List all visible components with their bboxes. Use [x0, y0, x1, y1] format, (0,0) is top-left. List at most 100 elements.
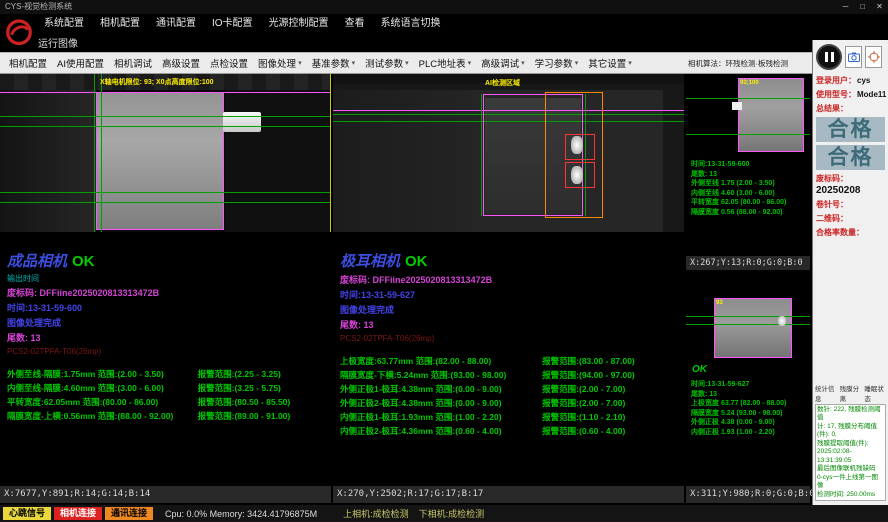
status-indicators: 心跳信号相机连接通讯连接 [0, 507, 153, 520]
toolbar-button-label: 基准参数 [312, 56, 350, 70]
connector-part [732, 102, 742, 110]
overlay-green-line [0, 116, 331, 117]
app-window: CYS-视觉检测系统 ─□✕ 系统配置相机配置通讯配置IO卡配置光源控制配置查看… [0, 0, 888, 522]
window-close-button[interactable]: ✕ [871, 0, 888, 14]
login-user-row: 登录用户：cys [816, 75, 885, 86]
model-row: 使用型号：Mode11 [816, 89, 885, 100]
toolbar-button-label: 图像处理 [258, 56, 296, 70]
camera-view-left[interactable]: X轴电机限位: 93; X0点高度限位:100 成品相机OK 输出时间 废标码:… [0, 74, 331, 505]
toolbar-button[interactable]: 相机调试 [109, 52, 157, 74]
toolbar-button[interactable]: 其它设置▾ [583, 52, 637, 74]
toolbar-button[interactable]: 基准参数▾ [307, 52, 361, 74]
result-line: 内侧正极 1.93 (1.00 - 2.20) [691, 428, 809, 438]
result-lines: 时间:13-31-59-600尾数: 13外侧至线 1.75 (2.00 - 3… [691, 160, 809, 217]
target-tool-button[interactable] [865, 46, 882, 68]
toolbar-button[interactable]: 测试参数▾ [360, 52, 414, 74]
toolbar-button[interactable]: 点检设置 [205, 52, 253, 74]
toolbar-button[interactable]: 学习参数▾ [530, 52, 584, 74]
result-line: 时间:13-31-59-600 [691, 160, 809, 170]
menu-item-4[interactable]: IO卡配置 [204, 14, 261, 34]
measurement-alarm-range: 报警范围:(0.60 - 4.00) [542, 424, 677, 438]
window-maximize-button[interactable]: □ [854, 0, 871, 14]
bright-glint [778, 316, 786, 326]
status-indicator: 相机连接 [54, 507, 102, 520]
measurement-alarm-range: 报警范围:(3.25 - 5.75) [198, 381, 325, 395]
cpu-memory-readout: Cpu: 0.0% Memory: 3424.41796875M [165, 509, 317, 519]
measurement-row: 平转宽度:62.05mm 范围:(80.00 - 86.00)报警范围:(80.… [7, 395, 325, 409]
toolbar-button-label: 点检设置 [210, 56, 248, 70]
toolbar-button[interactable]: 相机配置 [4, 52, 52, 74]
statistics-tabs: 统计信息残膜分离睡眠状态 [815, 383, 886, 403]
toolbar-button[interactable]: 高级调试▾ [476, 52, 530, 74]
camera-tool-button[interactable] [845, 46, 862, 68]
result-line: 尾数: 13 [691, 170, 809, 180]
toolbar-button-label: 其它设置 [588, 56, 626, 70]
status-ok: OK [72, 253, 95, 270]
toolbar-button[interactable]: PLC地址表▾ [414, 52, 477, 74]
menu-bar: 系统配置相机配置通讯配置IO卡配置光源控制配置查看系统语言切换 [36, 14, 776, 34]
camera-left-image: X轴电机限位: 93; X0点高度限位:100 [0, 74, 331, 232]
camera-small-bottom-image: 93 OK 时间:13-31-59-627尾数: 13上极宽度 63.77 (8… [686, 272, 810, 486]
menu-item-2[interactable]: 相机配置 [92, 14, 148, 34]
overlay-green-line [0, 126, 331, 127]
menu-item-6[interactable]: 查看 [337, 14, 373, 34]
status-ok: OK [692, 364, 707, 375]
result-line: 外侧至线 1.75 (2.00 - 3.50) [691, 179, 809, 189]
measurement-alarm-range: 报警范围:(80.50 - 85.50) [198, 395, 325, 409]
measurement-value: 内侧至线-隔膜:4.60mm 范围:(3.00 - 6.00) [7, 381, 198, 395]
pass-rate-label: 合格率数量： [816, 227, 885, 238]
machine-dark-area [0, 90, 96, 232]
toolbar-button[interactable]: AI使用配置 [52, 52, 109, 74]
measurement-row: 内侧至线-隔膜:4.60mm 范围:(3.00 - 6.00)报警范围:(3.2… [7, 381, 325, 395]
camera-middle-title: 极耳相机OK [340, 250, 677, 271]
machine-dark-area [333, 90, 473, 232]
measurement-value: 外侧至线-隔膜:1.75mm 范围:(2.00 - 3.50) [7, 367, 198, 381]
overlay-green-line [686, 316, 810, 317]
tail-number-line: 尾数: 13 [340, 318, 677, 331]
measurement-value: 外侧正极2-极耳:4.38mm 范围:(0.00 - 9.00) [340, 396, 542, 410]
measurement-row: 隔膜宽度-下横:5.24mm 范围:(93.00 - 98.00)报警范围:(9… [340, 368, 677, 382]
right-column-header: 相机算法：环残检测·板残检测 [688, 58, 810, 69]
machine-dark-area [663, 90, 684, 232]
overlay-green-vline [101, 74, 102, 232]
chevron-down-icon: ▾ [628, 59, 632, 67]
total-result-value: 合格 [816, 145, 885, 170]
chevron-down-icon: ▾ [298, 59, 302, 67]
stats-tab-2[interactable]: 残膜分离 [840, 383, 862, 403]
model-code-line: PCS2-02TPFA-T06(26mp) [7, 347, 325, 356]
camera-view-small-bottom[interactable]: 93 OK 时间:13-31-59-627尾数: 13上极宽度 63.77 (8… [686, 272, 810, 505]
processing-done-line: 图像处理完成 [7, 316, 325, 329]
model-code-line: PCS2-02TPFA-T06(26mp) [340, 334, 677, 343]
menu-item-1[interactable]: 系统配置 [36, 14, 92, 34]
chevron-down-icon: ▾ [405, 59, 409, 67]
cell-region-overlay [738, 78, 804, 152]
status-indicator: 心跳信号 [3, 507, 51, 520]
camera-view-middle[interactable]: AI检测区域 极耳相机OK 废标码: DFFiine20250208133134… [333, 74, 684, 505]
stats-tab-1[interactable]: 统计信息 [815, 383, 837, 403]
measurement-value: 隔膜宽度-下横:5.24mm 范围:(93.00 - 98.00) [340, 368, 542, 382]
stats-tab-3[interactable]: 睡眠状态 [864, 383, 886, 403]
bright-glint [571, 166, 583, 184]
overlay-magenta-line [0, 92, 331, 93]
output-time-label: 输出时间 [7, 273, 325, 284]
menu-item-5[interactable]: 光源控制配置 [261, 14, 337, 34]
result-line: 隔膜宽度 0.56 (88.00 - 92.00) [691, 208, 809, 218]
barcode-line: 废标码: DFFiine2025020813313472B [7, 286, 325, 299]
overlay-green-vline [585, 94, 586, 216]
pause-button[interactable] [816, 44, 842, 70]
window-minimize-button[interactable]: ─ [837, 0, 854, 14]
title-bar: CYS-视觉检测系统 ─□✕ [0, 0, 888, 14]
camera-small-bottom-overlay-text: 93 [716, 300, 723, 306]
result-line: 隔膜宽度 5.24 (93.00 - 98.00) [691, 409, 809, 419]
batch-code-value: 20250208 [816, 185, 885, 196]
measurement-row: 内侧正极1-极耳:1.93mm 范围:(1.00 - 2.20)报警范围:(1.… [340, 410, 677, 424]
menu-item-7[interactable]: 系统语言切换 [373, 14, 449, 34]
model-value[interactable]: Mode11 [857, 90, 886, 99]
pixel-coordinate-readout: X:311;Y:980;R:0;G:0;B:0 [686, 486, 810, 503]
menu-item-3[interactable]: 通讯配置 [148, 14, 204, 34]
toolbar-button[interactable]: 图像处理▾ [253, 52, 307, 74]
camera-view-small-top[interactable]: 93;100 时间:13-31-59-600尾数: 13外侧至线 1.75 (2… [686, 74, 810, 270]
qr-code-label: 二维码： [816, 213, 885, 224]
stats-line: 检测时间: 250.00ms [817, 491, 884, 500]
toolbar-button[interactable]: 高级设置 [157, 52, 205, 74]
